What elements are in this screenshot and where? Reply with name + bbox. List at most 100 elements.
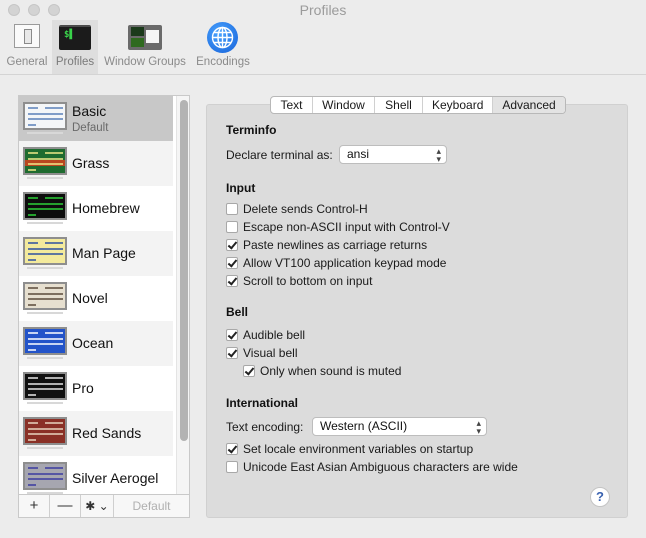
profile-thumbnail-icon	[23, 417, 67, 449]
updown-chevron-icon: ▴ ▾	[436, 146, 441, 164]
terminal-prompt-glyph: $▌	[64, 30, 75, 40]
updown-chevron-icon: ▴ ▾	[476, 418, 481, 436]
checkbox-paste-newlines[interactable]: Paste newlines as carriage returns	[226, 237, 427, 253]
profile-row-man-page[interactable]: Man Page	[19, 231, 173, 276]
terminal-icon: $▌	[59, 25, 91, 50]
profile-thumbnail-icon	[23, 237, 67, 269]
checkbox-vt100-keypad[interactable]: Allow VT100 application keypad mode	[226, 255, 446, 271]
toolbar-item-general[interactable]: General	[4, 20, 50, 74]
title-bar: Profiles	[0, 0, 646, 22]
profile-thumbnail-icon	[23, 327, 67, 359]
checkbox-label: Allow VT100 application keypad mode	[243, 256, 447, 270]
profile-thumbnail-icon	[23, 102, 67, 134]
checkbox[interactable]	[226, 329, 238, 341]
toolbar-label: Profiles	[55, 56, 95, 68]
checkbox-east-asian-wide[interactable]: Unicode East Asian Ambiguous characters …	[226, 459, 518, 475]
profile-row-basic[interactable]: Basic Default	[19, 96, 173, 141]
tab-window[interactable]: Window	[313, 97, 375, 113]
toolbar-label: Encodings	[196, 56, 250, 68]
profile-name: Red Sands	[72, 425, 142, 441]
checkbox-label: Escape non-ASCII input with Control-V	[243, 220, 450, 234]
globe-icon	[207, 22, 238, 53]
checkbox-label: Scroll to bottom on input	[243, 274, 373, 288]
window-groups-icon	[128, 25, 162, 50]
profile-name: Silver Aerogel	[72, 470, 159, 486]
settings-tabs: Text Window Shell Keyboard Advanced	[270, 96, 566, 114]
toolbar-item-window-groups[interactable]: Window Groups	[102, 20, 188, 74]
checkbox[interactable]	[226, 257, 238, 269]
checkbox-label: Delete sends Control-H	[243, 202, 368, 216]
text-encoding-label: Text encoding:	[226, 420, 304, 434]
checkbox-label: Only when sound is muted	[260, 364, 402, 378]
checkbox-audible-bell[interactable]: Audible bell	[226, 327, 305, 343]
checkbox-label: Unicode East Asian Ambiguous characters …	[243, 460, 518, 474]
set-default-button[interactable]: Default	[114, 495, 189, 517]
profile-thumbnail-icon	[23, 462, 67, 494]
section-title-international: International	[226, 396, 299, 410]
checkbox[interactable]	[226, 239, 238, 251]
remove-profile-button[interactable]: —	[50, 495, 81, 517]
help-button[interactable]: ?	[590, 487, 610, 507]
profile-row-novel[interactable]: Novel	[19, 276, 173, 321]
checkbox[interactable]	[226, 275, 238, 287]
checkbox-label: Visual bell	[243, 346, 298, 360]
section-title-terminfo: Terminfo	[226, 123, 277, 137]
profile-row-red-sands[interactable]: Red Sands	[19, 411, 173, 456]
scrollbar-thumb[interactable]	[180, 100, 188, 441]
declare-terminal-value: ansi	[347, 147, 370, 161]
checkbox-label: Audible bell	[243, 328, 306, 342]
general-switch-icon	[14, 24, 40, 48]
checkbox[interactable]	[226, 347, 238, 359]
profile-name: Basic	[72, 103, 107, 119]
profile-name: Pro	[72, 380, 94, 396]
profile-name: Novel	[72, 290, 108, 306]
checkbox-label: Set locale environment variables on star…	[243, 442, 474, 456]
profile-default-badge: Default	[72, 122, 109, 134]
window-title: Profiles	[299, 2, 347, 18]
profile-row-grass[interactable]: Grass	[19, 141, 173, 186]
checkbox-escape-non-ascii[interactable]: Escape non-ASCII input with Control-V	[226, 219, 450, 235]
checkbox[interactable]	[243, 365, 255, 377]
declare-terminal-select[interactable]: ansi ▴ ▾	[339, 145, 447, 164]
checkbox-delete-sends-ctrl-h[interactable]: Delete sends Control-H	[226, 201, 368, 217]
checkbox-only-when-muted[interactable]: Only when sound is muted	[243, 363, 401, 379]
preferences-toolbar: General $▌ Profiles Window Groups Encodi…	[0, 20, 646, 75]
checkbox[interactable]	[226, 221, 238, 233]
profile-row-silver-aerogel[interactable]: Silver Aerogel	[19, 456, 173, 494]
toolbar-item-encodings[interactable]: Encodings	[192, 20, 254, 74]
profile-name: Ocean	[72, 335, 114, 351]
profile-row-pro[interactable]: Pro	[19, 366, 173, 411]
toolbar-label: General	[6, 56, 48, 68]
profiles-list: Basic Default Grass Homebrew Man Page Novel Oc…	[18, 95, 190, 495]
profile-row-ocean[interactable]: Ocean	[19, 321, 173, 366]
profile-name: Grass	[72, 155, 110, 171]
profile-thumbnail-icon	[23, 372, 67, 404]
profile-thumbnail-icon	[23, 147, 67, 179]
text-encoding-select[interactable]: Western (ASCII) ▴ ▾	[312, 417, 487, 436]
toolbar-item-profiles[interactable]: $▌ Profiles	[52, 20, 98, 74]
profiles-scrollbar[interactable]	[176, 96, 189, 494]
checkbox-set-locale-env[interactable]: Set locale environment variables on star…	[226, 441, 473, 457]
section-title-input: Input	[226, 181, 256, 195]
tab-keyboard[interactable]: Keyboard	[423, 97, 493, 113]
tab-shell[interactable]: Shell	[375, 97, 423, 113]
tab-text[interactable]: Text	[271, 97, 313, 113]
checkbox-label: Paste newlines as carriage returns	[243, 238, 428, 252]
profile-actions-gear-button[interactable]: ✱ ⌄	[81, 495, 114, 517]
section-title-bell: Bell	[226, 305, 249, 319]
checkbox[interactable]	[226, 461, 238, 473]
profile-name: Man Page	[72, 245, 136, 261]
checkbox[interactable]	[226, 203, 238, 215]
profile-thumbnail-icon	[23, 282, 67, 314]
tab-advanced[interactable]: Advanced	[493, 97, 565, 113]
toolbar-label: Window Groups	[104, 56, 186, 68]
checkbox-scroll-to-bottom[interactable]: Scroll to bottom on input	[226, 273, 372, 289]
declare-terminal-label: Declare terminal as:	[226, 148, 333, 162]
profile-row-homebrew[interactable]: Homebrew	[19, 186, 173, 231]
profile-thumbnail-icon	[23, 192, 67, 224]
profile-name: Homebrew	[72, 200, 140, 216]
checkbox[interactable]	[226, 443, 238, 455]
add-profile-button[interactable]: +	[19, 495, 50, 517]
checkbox-visual-bell[interactable]: Visual bell	[226, 345, 297, 361]
text-encoding-value: Western (ASCII)	[320, 419, 408, 433]
